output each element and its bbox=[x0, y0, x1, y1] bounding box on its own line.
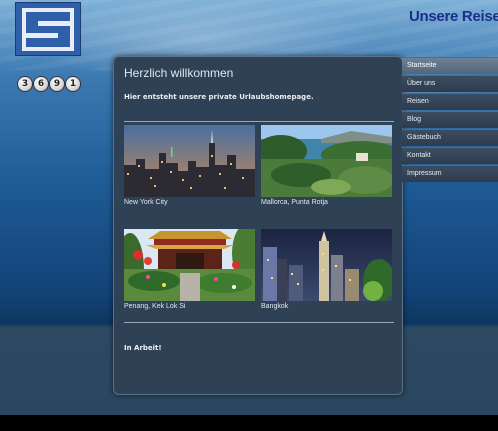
photo-caption: Mallorca, Punta Rotja bbox=[261, 199, 328, 206]
visitor-counter: 3 6 9 1 bbox=[18, 77, 80, 91]
divider bbox=[124, 121, 394, 122]
counter-digit: 6 bbox=[34, 77, 48, 91]
photo-new-york[interactable] bbox=[124, 125, 255, 197]
page-title: Herzlich willkommen bbox=[124, 66, 234, 80]
gallery-tile-mallorca[interactable]: Mallorca, Punta Rotja bbox=[261, 125, 392, 206]
site-title: Unsere Reisen bbox=[409, 8, 498, 25]
photo-caption: New York City bbox=[124, 199, 168, 206]
main-navigation: Startseite Über uns Reisen Blog Gästebuc… bbox=[402, 57, 498, 183]
nav-item-blog[interactable]: Blog bbox=[402, 111, 498, 128]
site-logo[interactable] bbox=[15, 2, 81, 56]
counter-digit: 9 bbox=[50, 77, 64, 91]
gallery-tile-new-york[interactable]: New York City bbox=[124, 125, 255, 206]
nav-item-kontakt[interactable]: Kontakt bbox=[402, 147, 498, 164]
status-note: In Arbeit! bbox=[124, 344, 162, 352]
nav-item-reisen[interactable]: Reisen bbox=[402, 93, 498, 110]
page-subtitle: Hier entsteht unsere private Urlaubshome… bbox=[124, 93, 314, 101]
content-panel: Herzlich willkommen Hier entsteht unsere… bbox=[113, 56, 403, 395]
photo-mallorca[interactable] bbox=[261, 125, 392, 197]
photo-caption: Bangkok bbox=[261, 303, 289, 310]
nav-item-gaestebuch[interactable]: Gästebuch bbox=[402, 129, 498, 146]
photo-caption: Penang, Kek Lok Si bbox=[124, 303, 186, 310]
nav-item-ueber-uns[interactable]: Über uns bbox=[402, 75, 498, 92]
gallery-tile-bangkok[interactable]: Bangkok bbox=[261, 229, 392, 310]
photo-bangkok[interactable] bbox=[261, 229, 392, 301]
photo-penang[interactable] bbox=[124, 229, 255, 301]
counter-digit: 3 bbox=[18, 77, 32, 91]
gallery-tile-penang[interactable]: Penang, Kek Lok Si bbox=[124, 229, 255, 310]
nav-item-startseite[interactable]: Startseite bbox=[402, 57, 498, 74]
nav-item-impressum[interactable]: Impressum bbox=[402, 165, 498, 182]
counter-digit: 1 bbox=[66, 77, 80, 91]
divider bbox=[124, 322, 394, 323]
bottom-bar bbox=[0, 415, 498, 431]
